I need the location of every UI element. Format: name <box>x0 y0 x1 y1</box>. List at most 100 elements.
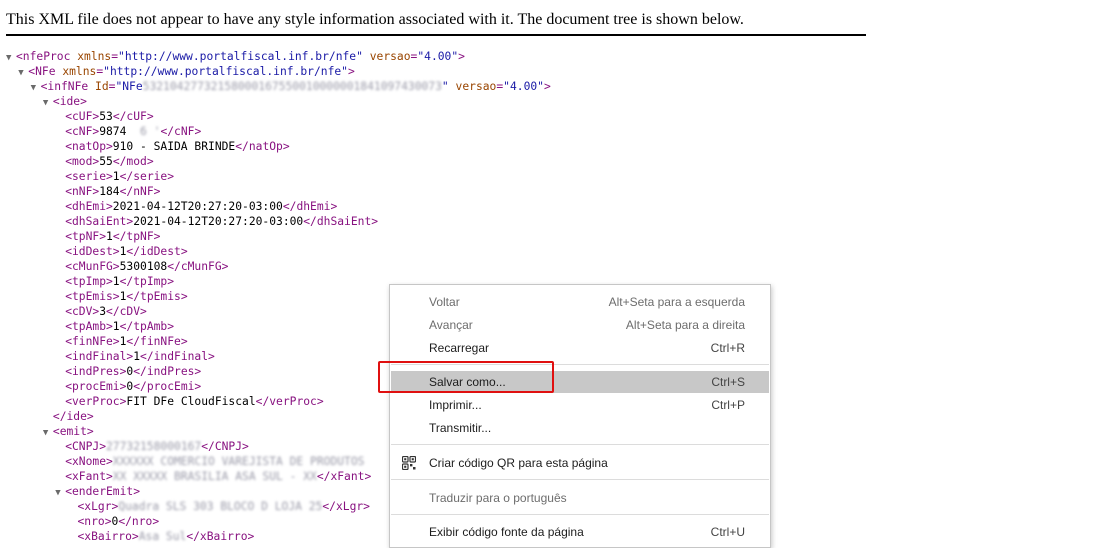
xml-line: <dhEmi>2021-04-12T20:27:20-03:00</dhEmi> <box>55 199 337 214</box>
xml-token: <dhEmi> <box>65 200 113 213</box>
collapse-toggle-icon[interactable]: ▼ <box>6 51 16 66</box>
menu-item-codigo-fonte[interactable]: Exibir código fonte da página Ctrl+U <box>391 521 769 543</box>
menu-item-avancar[interactable]: Avançar Alt+Seta para a direita <box>391 314 769 336</box>
menu-item-shortcut: Alt+Seta para a direita <box>625 318 745 332</box>
xml-token: 27732158000167 <box>106 440 202 453</box>
xml-token: </indPres> <box>133 365 202 378</box>
xml-token: Id <box>95 80 109 93</box>
xml-token: </nro> <box>118 515 160 528</box>
xml-token: </cNF> <box>160 125 202 138</box>
annotation-highlight-box <box>378 361 554 393</box>
collapse-toggle-icon[interactable]: ▼ <box>55 486 65 501</box>
menu-item-label: Avançar <box>429 318 473 332</box>
xml-token: 1 <box>112 170 120 183</box>
xml-line: <idDest>1</idDest> <box>55 244 187 259</box>
menu-item-label: Criar código QR para esta página <box>429 456 608 470</box>
xml-line: <finNFe>1</finNFe> <box>55 334 187 349</box>
xml-line: <CNPJ>27732158000167</CNPJ> <box>55 439 249 454</box>
xml-token: </ide> <box>52 410 94 423</box>
xml-token: <NFe <box>28 65 63 78</box>
xml-token: 53 <box>99 110 113 123</box>
xml-token: <emit> <box>52 425 94 438</box>
xml-token: <enderEmit> <box>65 485 141 498</box>
xml-token: <tpEmis> <box>65 290 120 303</box>
menu-item-shortcut: Ctrl+U <box>710 525 745 539</box>
xml-line: ▼ <infNFe Id="NFe532104277321580001675500… <box>31 79 551 94</box>
xml-line: <procEmi>0</procEmi> <box>55 379 201 394</box>
xml-token: <natOp> <box>65 140 113 153</box>
context-menu: Voltar Alt+Seta para a esquerda Avançar … <box>389 284 771 548</box>
menu-item-traduzir[interactable]: Traduzir para o português <box>391 487 769 509</box>
xml-token: <verProc> <box>65 395 127 408</box>
menu-item-label: Exibir código fonte da página <box>429 525 584 539</box>
xml-line: <natOp>910 - SAIDA BRINDE</natOp> <box>55 139 289 154</box>
xml-line: <xFant>XX XXXXX BRASILIA ASA SUL - XX</x… <box>55 469 371 484</box>
collapse-toggle-icon[interactable]: ▼ <box>18 66 28 81</box>
xml-token: <indFinal> <box>65 350 134 363</box>
xml-token: versao <box>455 80 497 93</box>
menu-item-qr[interactable]: Criar código QR para esta página <box>391 452 769 474</box>
xml-token: </dhSaiEnt> <box>303 215 379 228</box>
xml-token: 3 <box>99 305 107 318</box>
xml-line: <tpNF>1</tpNF> <box>55 229 160 244</box>
menu-item-imprimir[interactable]: Imprimir... Ctrl+P <box>391 394 769 416</box>
xml-token: <CNPJ> <box>65 440 106 453</box>
menu-item-shortcut: Ctrl+S <box>711 375 745 389</box>
xml-token: <finNFe> <box>65 335 120 348</box>
xml-line: <xBairro>Asa Sul</xBairro> <box>68 529 255 544</box>
xml-token: <cDV> <box>65 305 100 318</box>
xml-token: <serie> <box>65 170 113 183</box>
menu-item-transmitir[interactable]: Transmitir... <box>391 417 769 439</box>
xml-line: <tpAmb>1</tpAmb> <box>55 319 174 334</box>
xml-token: </tpAmb> <box>119 320 175 333</box>
xml-token: 2021-04-12T20:27:20-03:00 <box>133 215 304 228</box>
menu-separator <box>391 444 769 445</box>
xml-token: <infNFe <box>40 80 96 93</box>
xml-token: "NFe <box>115 80 143 93</box>
collapse-toggle-icon[interactable]: ▼ <box>31 81 41 96</box>
xml-token: 55 <box>99 155 113 168</box>
xml-token: </nNF> <box>119 185 161 198</box>
xml-line: <mod>55</mod> <box>55 154 153 169</box>
menu-item-label: Voltar <box>429 295 460 309</box>
xml-token: Asa Sul <box>138 530 187 543</box>
no-style-notice: This XML file does not appear to have an… <box>6 10 866 36</box>
xml-token: 6 ' <box>126 125 161 138</box>
xml-token: 5300108 <box>119 260 168 273</box>
collapse-toggle-icon[interactable]: ▼ <box>43 96 53 111</box>
xml-line: </ide> <box>43 409 94 424</box>
xml-token: <cUF> <box>65 110 100 123</box>
xml-line: <serie>1</serie> <box>55 169 174 184</box>
xml-token: 1 <box>106 230 113 243</box>
xml-token: <indPres> <box>65 365 127 378</box>
xml-token: <xLgr> <box>77 500 119 513</box>
xml-token: </indFinal> <box>140 350 215 363</box>
xml-token: </tpNF> <box>112 230 161 243</box>
xml-token: 5321042773215800016755001000000184109743… <box>142 80 442 93</box>
collapse-toggle-icon[interactable]: ▼ <box>43 426 53 441</box>
xml-token: 9874 <box>99 125 127 138</box>
xml-token: </xBairro> <box>186 530 255 543</box>
xml-token: > <box>458 50 465 63</box>
xml-token: XXXXXX COMERCIO VAREJISTA DE PRODUTOS <box>112 455 365 468</box>
xml-token: "4.00" <box>417 50 459 63</box>
xml-line: <indFinal>1</indFinal> <box>55 349 215 364</box>
xml-token: 910 - SAIDA BRINDE <box>112 140 236 153</box>
menu-separator <box>391 514 769 515</box>
menu-item-recarregar[interactable]: Recarregar Ctrl+R <box>391 337 769 359</box>
xml-token: xmlns <box>77 50 112 63</box>
xml-line: <verProc>FIT DFe CloudFiscal</verProc> <box>55 394 323 409</box>
xml-token: <tpNF> <box>65 230 106 243</box>
xml-line: <tpEmis>1</tpEmis> <box>55 289 187 304</box>
xml-line: ▼ <nfeProc xmlns="http://www.portalfiscal… <box>6 49 465 64</box>
menu-item-label: Transmitir... <box>429 421 492 435</box>
menu-item-voltar[interactable]: Voltar Alt+Seta para a esquerda <box>391 291 769 313</box>
xml-token: </xLgr> <box>322 500 370 513</box>
xml-token: <dhSaiEnt> <box>65 215 134 228</box>
xml-line: <cNF>9874 6 '</cNF> <box>55 124 201 139</box>
xml-token: <tpImp> <box>65 275 113 288</box>
xml-token: <xFant> <box>65 470 113 483</box>
xml-token: versao <box>369 50 411 63</box>
menu-item-label: Imprimir... <box>429 398 482 412</box>
xml-token: </cDV> <box>106 305 147 318</box>
